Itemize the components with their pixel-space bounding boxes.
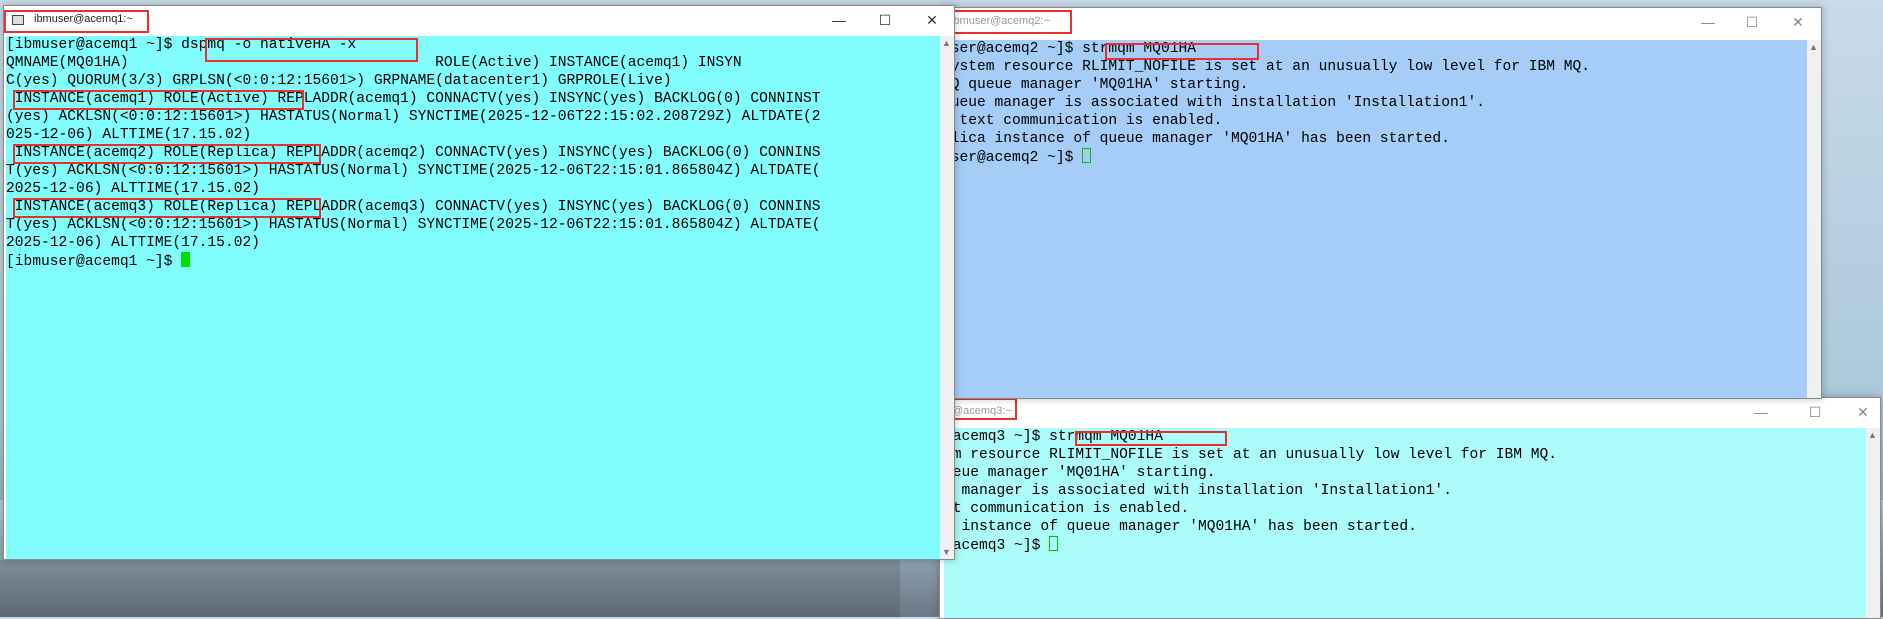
terminal-line: [ibmuser@acemq1 ~]$ dspmq -o nativeHA -x	[6, 37, 357, 53]
close-button[interactable]: ✕	[1852, 402, 1874, 422]
scroll-down-icon[interactable]: ▼	[942, 547, 951, 557]
titlebar[interactable]: ibmuser@acemq1:~ — ☐ ✕	[4, 6, 954, 34]
scroll-up-icon[interactable]: ▲	[1868, 430, 1877, 440]
titlebar[interactable]: ibmuser@acemq2:~ — ☐ ✕	[941, 8, 1821, 36]
terminal-line: 025-12-06) ALTTIME(17.15.02)	[6, 127, 252, 143]
terminal-line: QMNAME(MQ01HA) ROLE(Active) INSTANCE(ace…	[6, 55, 742, 71]
prompt: @acemq3 ~]$	[944, 538, 1050, 554]
terminal-output[interactable]: [ibmuser@acemq1 ~]$ dspmq -o nativeHA -x…	[6, 36, 940, 559]
desktop-shore	[0, 560, 900, 617]
window-title: ibmuser@acemq2:~	[951, 15, 1050, 27]
scroll-up-icon[interactable]: ▲	[942, 38, 951, 48]
terminal-output[interactable]: user@acemq2 ~]$ strmqm MQ01HA system res…	[942, 40, 1807, 398]
terminal-line: queue manager is associated with install…	[942, 95, 1485, 111]
scroll-up-icon[interactable]: ▲	[1809, 42, 1818, 52]
vertical-scrollbar[interactable]: ▲	[1866, 428, 1880, 618]
terminal-cursor	[181, 252, 191, 267]
terminal-line: ueue manager 'MQ01HA' starting.	[944, 465, 1216, 481]
prompt: user@acemq2 ~]$	[942, 150, 1083, 166]
terminal-line: MQ queue manager 'MQ01HA' starting.	[942, 77, 1249, 93]
terminal-line: e manager is associated with installatio…	[944, 483, 1452, 499]
prompt: [ibmuser@acemq1 ~]$	[6, 254, 182, 270]
terminal-app-icon	[12, 15, 24, 25]
terminal-line: T(yes) ACKLSN(<0:0:12:15601>) HASTATUS(N…	[6, 163, 821, 179]
terminal-window-acemq2[interactable]: ibmuser@acemq2:~ — ☐ ✕ user@acemq2 ~]$ s…	[940, 7, 1822, 399]
terminal-line: INSTANCE(acemq1) ROLE(Active) REPLADDR(a…	[6, 91, 821, 107]
terminal-output[interactable]: @acemq3 ~]$ strmqm MQ01HA em resource RL…	[944, 428, 1866, 618]
terminal-line: @acemq3 ~]$ strmqm MQ01HA	[944, 429, 1163, 445]
terminal-line: a instance of queue manager 'MQ01HA' has…	[944, 519, 1417, 535]
terminal-line: n text communication is enabled.	[942, 113, 1223, 129]
terminal-line: INSTANCE(acemq2) ROLE(Replica) REPLADDR(…	[6, 145, 821, 161]
vertical-scrollbar[interactable]: ▲	[1807, 40, 1821, 398]
close-button[interactable]: ✕	[921, 10, 943, 30]
minimize-button[interactable]: —	[828, 10, 850, 30]
terminal-line: xt communication is enabled.	[944, 501, 1190, 517]
minimize-button[interactable]: —	[1750, 402, 1772, 422]
maximize-button[interactable]: ☐	[1741, 12, 1763, 32]
maximize-button[interactable]: ☐	[874, 10, 896, 30]
terminal-window-acemq3[interactable]: @acemq3:~ — ☐ ✕ @acemq3 ~]$ strmqm MQ01H…	[939, 397, 1881, 619]
maximize-button[interactable]: ☐	[1804, 402, 1826, 422]
terminal-line: plica instance of queue manager 'MQ01HA'…	[942, 131, 1450, 147]
vertical-scrollbar[interactable]: ▲ ▼	[940, 36, 954, 559]
close-button[interactable]: ✕	[1787, 12, 1809, 32]
terminal-line: user@acemq2 ~]$ strmqm MQ01HA	[942, 41, 1196, 57]
titlebar[interactable]: @acemq3:~ — ☐ ✕	[940, 398, 1880, 426]
terminal-line: em resource RLIMIT_NOFILE is set at an u…	[944, 447, 1558, 463]
terminal-cursor	[1049, 536, 1059, 551]
terminal-window-acemq1[interactable]: ibmuser@acemq1:~ — ☐ ✕ [ibmuser@acemq1 ~…	[3, 5, 955, 560]
terminal-line: INSTANCE(acemq3) ROLE(Replica) REPLADDR(…	[6, 199, 821, 215]
terminal-line: T(yes) ACKLSN(<0:0:12:15601>) HASTATUS(N…	[6, 217, 821, 233]
terminal-line: C(yes) QUORUM(3/3) GRPLSN(<0:0:12:15601>…	[6, 73, 672, 89]
minimize-button[interactable]: —	[1697, 12, 1719, 32]
terminal-line: 2025-12-06) ALTTIME(17.15.02)	[6, 235, 260, 251]
terminal-line: (yes) ACKLSN(<0:0:12:15601>) HASTATUS(No…	[6, 109, 821, 125]
window-title: ibmuser@acemq1:~	[34, 13, 133, 25]
terminal-cursor	[1082, 148, 1092, 163]
terminal-line: 2025-12-06) ALTTIME(17.15.02)	[6, 181, 260, 197]
window-title: @acemq3:~	[952, 405, 1012, 417]
terminal-line: system resource RLIMIT_NOFILE is set at …	[942, 59, 1591, 75]
